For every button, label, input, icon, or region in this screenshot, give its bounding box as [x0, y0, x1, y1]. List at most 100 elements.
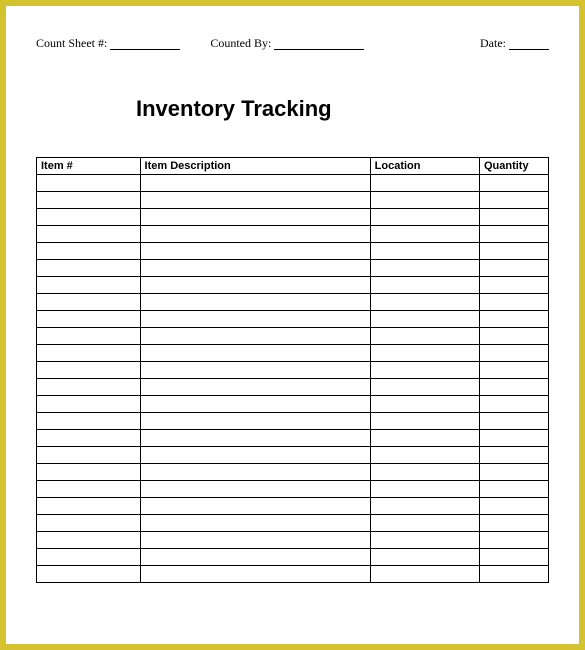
- table-cell: [37, 226, 141, 243]
- table-cell: [370, 175, 479, 192]
- table-cell: [370, 498, 479, 515]
- table-cell: [479, 379, 548, 396]
- table-cell: [140, 209, 370, 226]
- table-cell: [37, 175, 141, 192]
- table-row: [37, 209, 549, 226]
- date-label: Date:: [480, 36, 506, 51]
- table-cell: [479, 413, 548, 430]
- table-cell: [479, 345, 548, 362]
- table-cell: [140, 566, 370, 583]
- table-cell: [37, 549, 141, 566]
- table-cell: [140, 532, 370, 549]
- table-cell: [370, 345, 479, 362]
- table-row: [37, 243, 549, 260]
- table-cell: [140, 294, 370, 311]
- table-cell: [479, 209, 548, 226]
- table-cell: [37, 260, 141, 277]
- table-cell: [479, 243, 548, 260]
- table-cell: [140, 379, 370, 396]
- form-header: Count Sheet #: Counted By: Date:: [36, 36, 549, 51]
- table-cell: [140, 345, 370, 362]
- table-row: [37, 481, 549, 498]
- table-cell: [37, 362, 141, 379]
- table-cell: [140, 498, 370, 515]
- table-cell: [140, 192, 370, 209]
- table-cell: [140, 430, 370, 447]
- table-cell: [370, 260, 479, 277]
- table-cell: [479, 447, 548, 464]
- table-row: [37, 294, 549, 311]
- table-cell: [37, 413, 141, 430]
- table-cell: [37, 566, 141, 583]
- table-cell: [370, 566, 479, 583]
- table-cell: [140, 175, 370, 192]
- table-cell: [479, 311, 548, 328]
- table-cell: [479, 566, 548, 583]
- table-cell: [479, 192, 548, 209]
- table-cell: [479, 260, 548, 277]
- table-row: [37, 413, 549, 430]
- document-page: Count Sheet #: Counted By: Date: Invento…: [6, 6, 579, 644]
- table-cell: [370, 396, 479, 413]
- table-cell: [37, 192, 141, 209]
- table-cell: [37, 311, 141, 328]
- table-cell: [479, 430, 548, 447]
- table-cell: [370, 430, 479, 447]
- table-cell: [479, 549, 548, 566]
- table-cell: [37, 430, 141, 447]
- table-cell: [370, 328, 479, 345]
- table-cell: [370, 362, 479, 379]
- table-cell: [37, 277, 141, 294]
- table-cell: [479, 226, 548, 243]
- table-row: [37, 532, 549, 549]
- table-cell: [479, 328, 548, 345]
- table-row: [37, 277, 549, 294]
- table-header-row: Item # Item Description Location Quantit…: [37, 158, 549, 175]
- table-cell: [140, 413, 370, 430]
- inventory-table: Item # Item Description Location Quantit…: [36, 157, 549, 583]
- table-cell: [140, 447, 370, 464]
- table-cell: [479, 294, 548, 311]
- table-row: [37, 175, 549, 192]
- table-row: [37, 362, 549, 379]
- table-cell: [37, 464, 141, 481]
- table-cell: [37, 345, 141, 362]
- table-row: [37, 260, 549, 277]
- table-cell: [370, 549, 479, 566]
- table-cell: [140, 481, 370, 498]
- counted-by-blank: [274, 49, 364, 50]
- table-row: [37, 379, 549, 396]
- table-row: [37, 311, 549, 328]
- table-cell: [479, 481, 548, 498]
- col-quantity: Quantity: [479, 158, 548, 175]
- counted-by-label: Counted By:: [210, 36, 271, 51]
- table-cell: [140, 549, 370, 566]
- table-cell: [37, 532, 141, 549]
- count-sheet-field: Count Sheet #:: [36, 36, 180, 51]
- table-row: [37, 498, 549, 515]
- table-cell: [479, 362, 548, 379]
- table-cell: [370, 413, 479, 430]
- table-row: [37, 226, 549, 243]
- col-description: Item Description: [140, 158, 370, 175]
- table-cell: [140, 311, 370, 328]
- table-cell: [140, 277, 370, 294]
- page-title: Inventory Tracking: [136, 96, 549, 122]
- table-row: [37, 464, 549, 481]
- count-sheet-label: Count Sheet #:: [36, 36, 107, 51]
- table-cell: [140, 396, 370, 413]
- table-cell: [479, 277, 548, 294]
- date-field: Date:: [480, 36, 549, 51]
- table-cell: [37, 243, 141, 260]
- table-cell: [140, 464, 370, 481]
- table-cell: [140, 515, 370, 532]
- table-cell: [370, 192, 479, 209]
- table-cell: [370, 447, 479, 464]
- table-cell: [140, 260, 370, 277]
- table-cell: [37, 447, 141, 464]
- date-blank: [509, 49, 549, 50]
- table-cell: [37, 481, 141, 498]
- table-row: [37, 515, 549, 532]
- col-item-no: Item #: [37, 158, 141, 175]
- counted-by-field: Counted By:: [210, 36, 364, 51]
